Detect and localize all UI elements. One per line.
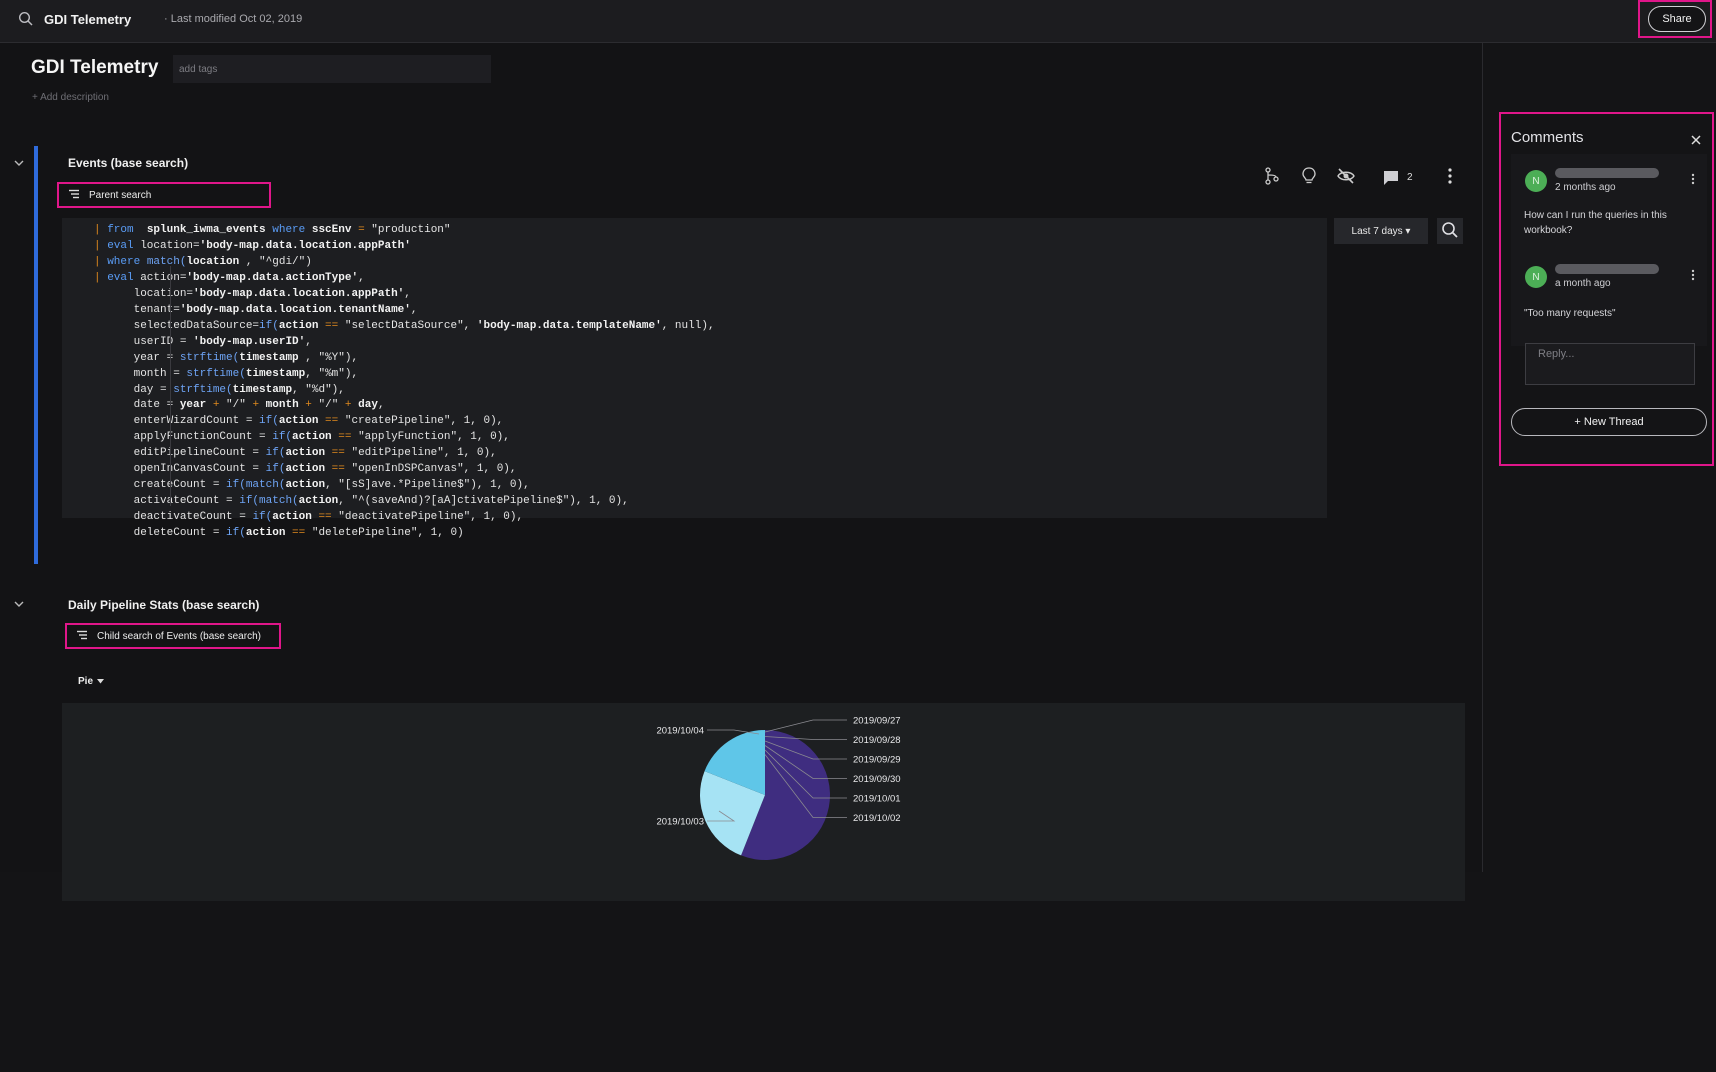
- new-thread-button[interactable]: + New Thread: [1511, 408, 1707, 436]
- code-line: month = strftime(timestamp, "%m"),: [94, 367, 359, 380]
- redacted-username: [1555, 168, 1659, 178]
- code-line: | from splunk_iwma_events where sscEnv =…: [94, 224, 451, 236]
- plus-icon: +: [1574, 416, 1581, 428]
- collapse-chevron-icon[interactable]: [14, 155, 24, 166]
- redacted-username: [1555, 264, 1659, 274]
- code-line: | eval location='body-map.data.location.…: [94, 239, 411, 252]
- tags-input[interactable]: [173, 55, 491, 83]
- indent-guide: [170, 266, 171, 506]
- comment-text: "Too many requests": [1524, 308, 1616, 319]
- slice-label: 2019/09/28: [853, 735, 901, 746]
- search-query-editor[interactable]: | from splunk_iwma_events where sscEnv =…: [62, 218, 1327, 539]
- time-range-dropdown[interactable]: Last 7 days ▾: [1334, 218, 1428, 244]
- code-line: deleteCount = if(action == "deletePipeli…: [94, 527, 464, 540]
- comment-item: N a month ago "Too many requests": [1511, 250, 1707, 346]
- comment-more-icon[interactable]: [1691, 172, 1695, 190]
- comment-item: N 2 months ago How can I run the queries…: [1511, 154, 1707, 250]
- comments-panel: Comments N 2 months ago How can I run th…: [1499, 112, 1714, 466]
- source-label[interactable]: Parent search: [57, 182, 271, 208]
- comment-more-icon[interactable]: [1691, 268, 1695, 286]
- comment-time: a month ago: [1555, 278, 1611, 289]
- hide-icon[interactable]: [1337, 167, 1355, 190]
- leader-line: [764, 719, 847, 733]
- search-list-icon: [77, 630, 87, 643]
- code-line: activateCount = if(match(action, "^(save…: [94, 495, 629, 508]
- comment-count: 2: [1407, 172, 1413, 183]
- caret-down-icon: [97, 676, 105, 687]
- comments-title: Comments: [1511, 129, 1584, 146]
- run-search-button[interactable]: [1437, 218, 1463, 244]
- code-line: tenant='body-map.data.location.tenantNam…: [94, 303, 418, 316]
- source-label-text: Child search of Events (base search): [97, 630, 261, 642]
- more-options-icon[interactable]: [1447, 167, 1453, 190]
- collapse-chevron-icon[interactable]: [14, 596, 24, 607]
- comment-icon[interactable]: [1383, 170, 1399, 191]
- reply-input[interactable]: [1525, 343, 1695, 385]
- share-button[interactable]: Share: [1648, 6, 1706, 32]
- slice-label: 2019/10/01: [853, 794, 901, 805]
- source-label-text: Parent search: [89, 189, 152, 201]
- pie-chart: 2019/09/27 2019/09/28 2019/09/29 2019/09/30…: [656, 716, 901, 860]
- new-thread-label: New Thread: [1583, 416, 1644, 428]
- slice-label: 2019/10/02: [853, 813, 901, 824]
- visualization-type-dropdown[interactable]: Pie: [78, 676, 105, 687]
- source-label[interactable]: Child search of Events (base search): [65, 623, 281, 649]
- workbook-title[interactable]: GDI Telemetry: [31, 57, 158, 79]
- code-line: applyFunctionCount = if(action == "apply…: [94, 431, 510, 444]
- code-line: userID = 'body-map.userID',: [94, 335, 312, 348]
- pie-chart-panel: 2019/09/27 2019/09/28 2019/09/29 2019/09/30…: [62, 703, 1465, 901]
- code-line: year = strftime(timestamp , "%Y"),: [94, 351, 359, 364]
- comment-time: 2 months ago: [1555, 182, 1616, 193]
- search-list-icon: [69, 189, 79, 202]
- code-line: enterWizardCount = if(action == "createP…: [94, 415, 504, 428]
- code-line: openInCanvasCount = if(action == "openIn…: [94, 463, 517, 476]
- code-line: selectedDataSource=if(action == "selectD…: [94, 319, 715, 332]
- search-icon: [1441, 221, 1459, 242]
- add-description-link[interactable]: + Add description: [32, 92, 109, 103]
- comment-text: How can I run the queries in this workbo…: [1524, 210, 1667, 236]
- code-line: date = year + "/" + month + "/" + day,: [94, 399, 385, 412]
- code-line: | eval action='body-map.data.actionType'…: [94, 271, 365, 284]
- slice-label: 2019/09/27: [853, 716, 901, 727]
- code-line: deactivateCount = if(action == "deactiva…: [94, 511, 524, 524]
- app-title: GDI Telemetry: [44, 12, 132, 27]
- section-title: Daily Pipeline Stats (base search): [68, 598, 260, 612]
- code-line: editPipelineCount = if(action == "editPi…: [94, 447, 497, 460]
- close-icon[interactable]: [1691, 132, 1701, 150]
- code-line: location='body-map.data.location.appPath…: [94, 287, 411, 300]
- workbook-main: GDI Telemetry + Add description Events (…: [0, 43, 1483, 901]
- avatar: N: [1525, 170, 1547, 192]
- avatar: N: [1525, 266, 1547, 288]
- active-section-bar: [34, 146, 38, 564]
- search-icon[interactable]: [18, 11, 34, 32]
- code-lines: | from splunk_iwma_events where sscEnv =…: [94, 223, 1327, 542]
- slice-label: 2019/10/04: [656, 726, 704, 737]
- slice-label: 2019/09/30: [853, 774, 901, 785]
- viz-type-label: Pie: [78, 676, 94, 687]
- code-line: | where match(location , "^gdi/"): [94, 255, 312, 268]
- lightbulb-icon[interactable]: [1302, 167, 1316, 190]
- top-bar: GDI Telemetry · Last modified Oct 02, 20…: [0, 0, 1716, 43]
- section-title: Events (base search): [68, 156, 189, 170]
- slice-label: 2019/10/03: [656, 817, 704, 828]
- slice-label: 2019/09/29: [853, 755, 901, 766]
- code-line: createCount = if(match(action, "[sS]ave.…: [94, 479, 530, 492]
- code-line: day = strftime(timestamp, "%d"),: [94, 383, 345, 396]
- branch-icon[interactable]: [1264, 167, 1280, 190]
- last-modified-label: · Last modified Oct 02, 2019: [164, 13, 303, 25]
